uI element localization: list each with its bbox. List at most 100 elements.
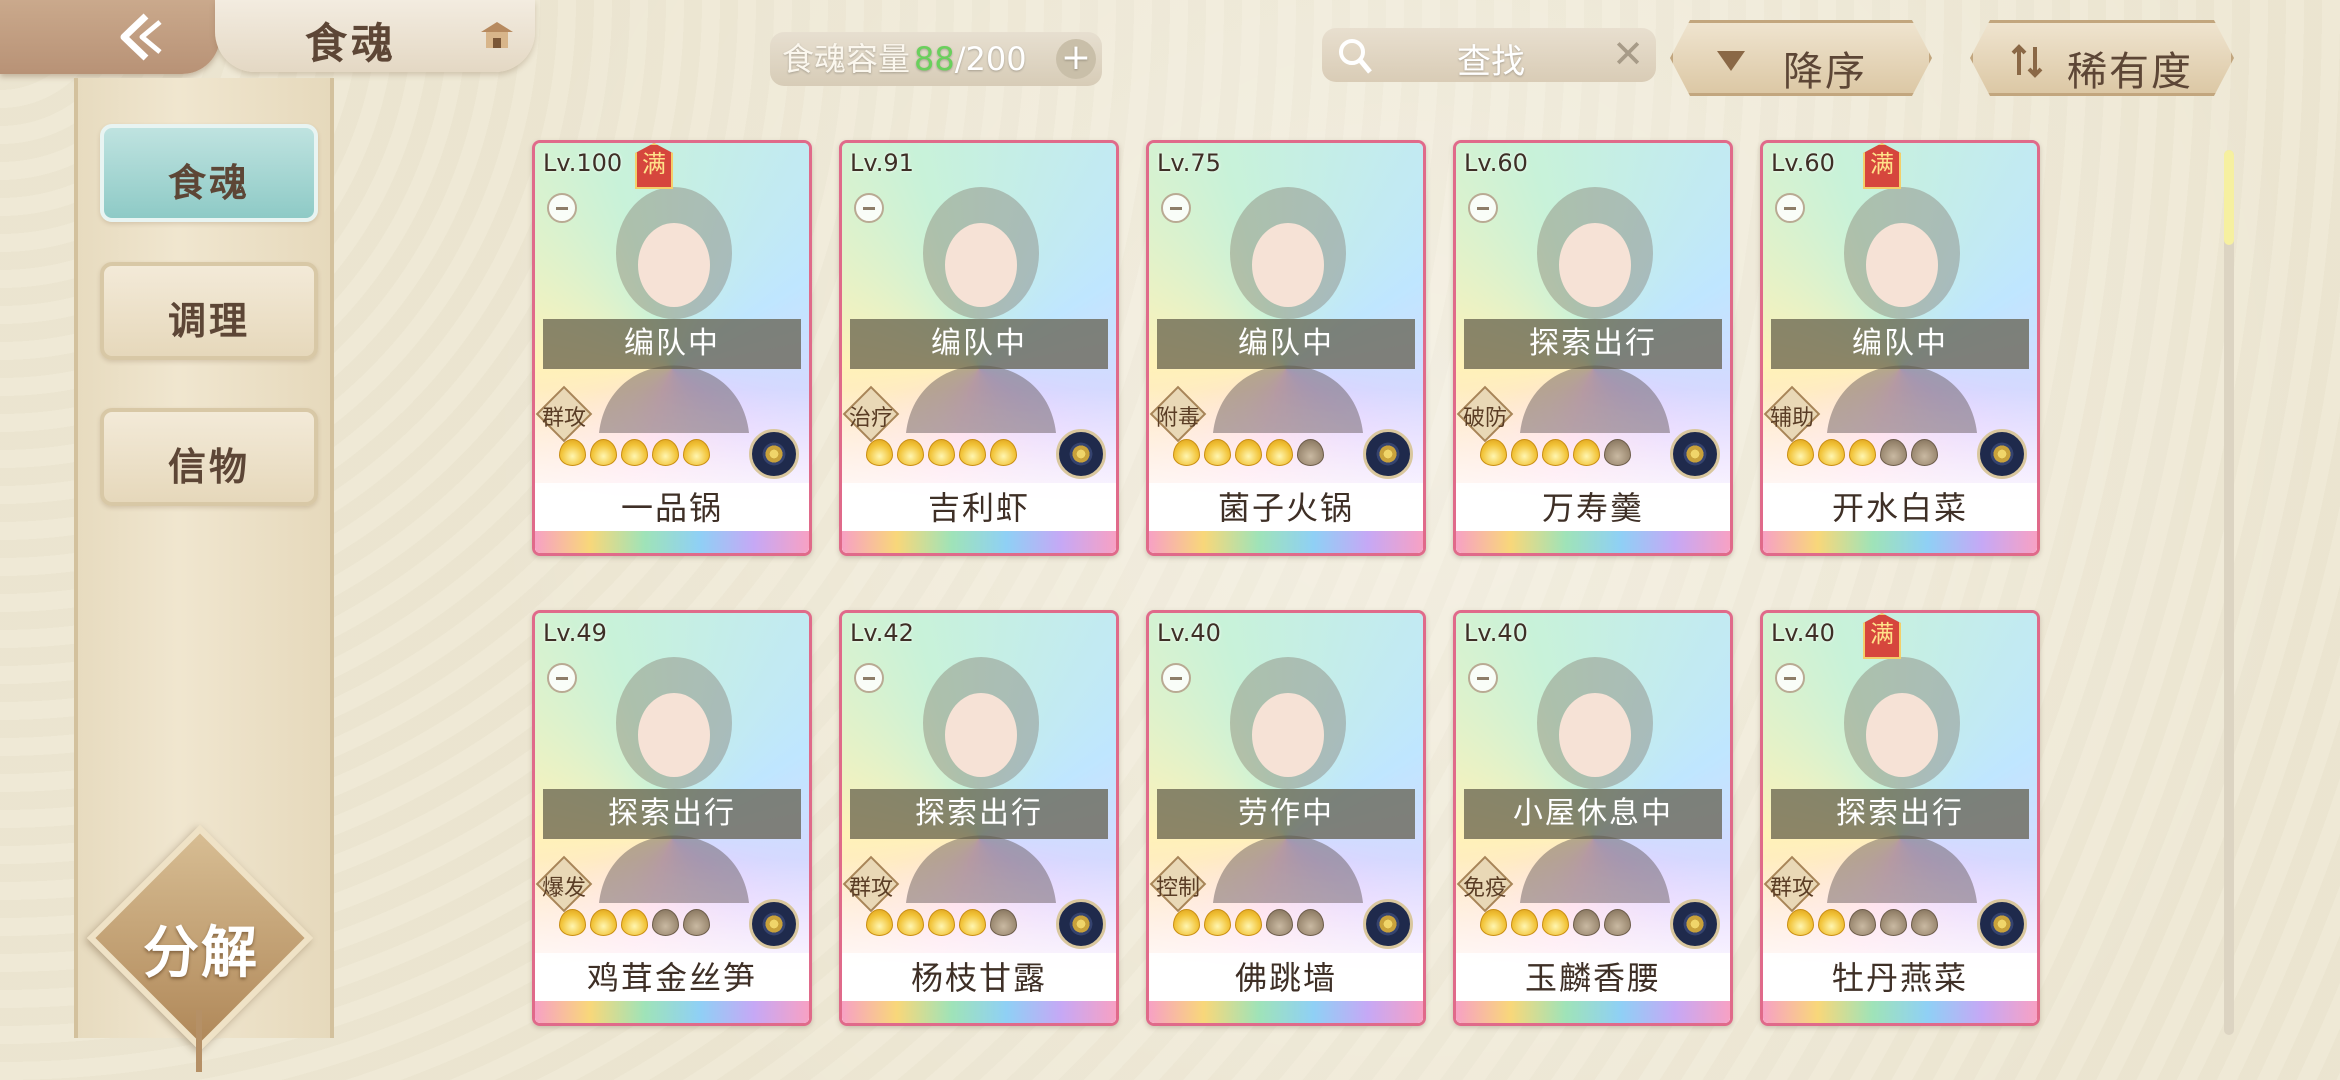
card-rainbow-border	[1763, 1001, 2037, 1023]
scrollbar-thumb[interactable]	[2224, 150, 2234, 245]
level-label: Lv.60	[1464, 149, 1528, 177]
food-soul-card[interactable]: Lv.91 编队中 治疗 吉利虾	[839, 140, 1119, 556]
character-portrait	[1520, 187, 1670, 433]
lock-toggle-icon[interactable]	[1161, 193, 1191, 223]
rarity-flames	[866, 909, 1021, 943]
rarity-flames	[1480, 439, 1635, 473]
level-label: Lv.42	[850, 619, 914, 647]
back-arrow-icon	[120, 13, 162, 61]
rarity-flame-icon	[1880, 439, 1907, 466]
role-badge: 控制	[1149, 855, 1207, 913]
rarity-flame-icon	[1480, 909, 1507, 936]
capacity-current: 88	[914, 40, 955, 78]
rarity-flame-icon	[1818, 439, 1845, 466]
sort-order-button[interactable]: 降序	[1670, 20, 1932, 96]
role-badge: 免疫	[1456, 855, 1514, 913]
card-rainbow-border	[535, 531, 809, 553]
rarity-flame-icon	[959, 909, 986, 936]
level-label: Lv.40	[1771, 619, 1835, 647]
level-label: Lv.75	[1157, 149, 1221, 177]
food-soul-card[interactable]: Lv.60 满编队中 辅助 开水白菜	[1760, 140, 2040, 556]
flower-emblem-icon	[1056, 899, 1106, 949]
status-banner: 编队中	[850, 319, 1108, 369]
lock-toggle-icon[interactable]	[547, 193, 577, 223]
food-soul-card[interactable]: Lv.75 编队中 附毒 菌子火锅	[1146, 140, 1426, 556]
rarity-flame-icon	[1542, 909, 1569, 936]
rarity-flame-icon	[1235, 439, 1262, 466]
lock-toggle-icon[interactable]	[1468, 193, 1498, 223]
card-rainbow-border	[1149, 531, 1423, 553]
rarity-flame-icon	[1235, 909, 1262, 936]
role-badge: 附毒	[1149, 385, 1207, 443]
rarity-flame-icon	[1787, 439, 1814, 466]
flower-emblem-icon	[1670, 429, 1720, 479]
food-soul-card[interactable]: Lv.40 小屋休息中 免疫 玉麟香腰	[1453, 610, 1733, 1026]
rarity-flames	[559, 439, 714, 473]
decompose-label[interactable]: 分解	[120, 908, 282, 989]
rarity-flame-icon	[990, 909, 1017, 936]
lock-toggle-icon[interactable]	[854, 193, 884, 223]
rarity-flames	[1173, 909, 1328, 943]
card-rainbow-border	[842, 531, 1116, 553]
rarity-flame-icon	[1604, 439, 1631, 466]
lock-toggle-icon[interactable]	[547, 663, 577, 693]
search-input[interactable]: 查找 ✕	[1322, 28, 1656, 82]
back-button[interactable]	[0, 0, 220, 74]
food-soul-name: 鸡茸金丝笋	[535, 953, 809, 1003]
flower-emblem-icon	[1056, 429, 1106, 479]
role-badge: 群攻	[842, 855, 900, 913]
scrollbar[interactable]	[2224, 150, 2234, 1035]
rarity-flames	[1173, 439, 1328, 473]
tab-food-souls[interactable]: 食魂	[100, 124, 318, 222]
level-label: Lv.40	[1464, 619, 1528, 647]
food-soul-card[interactable]: Lv.40 劳作中 控制 佛跳墙	[1146, 610, 1426, 1026]
role-badge: 破防	[1456, 385, 1514, 443]
food-soul-name: 菌子火锅	[1149, 483, 1423, 533]
status-banner: 小屋休息中	[1464, 789, 1722, 839]
food-soul-card[interactable]: Lv.42 探索出行 群攻 杨枝甘露	[839, 610, 1119, 1026]
tab-cooking-label: 调理	[167, 299, 250, 343]
rarity-flame-icon	[1911, 439, 1938, 466]
rarity-flame-icon	[1880, 909, 1907, 936]
lock-toggle-icon[interactable]	[1468, 663, 1498, 693]
flower-emblem-icon	[749, 429, 799, 479]
food-soul-card[interactable]: Lv.49 探索出行 爆发 鸡茸金丝笋	[532, 610, 812, 1026]
lock-toggle-icon[interactable]	[1775, 663, 1805, 693]
page-title: 食魂	[305, 19, 398, 68]
flower-emblem-icon	[1977, 899, 2027, 949]
capacity-indicator: 食魂容量 88/200 +	[770, 32, 1102, 86]
pavilion-icon[interactable]	[477, 16, 517, 56]
role-label: 免疫	[1462, 876, 1507, 901]
rarity-flame-icon	[1573, 439, 1600, 466]
rarity-flame-icon	[590, 439, 617, 466]
character-portrait	[599, 187, 749, 433]
food-soul-card[interactable]: Lv.40 满探索出行 群攻 牡丹燕菜	[1760, 610, 2040, 1026]
status-banner: 编队中	[1771, 319, 2029, 369]
rarity-flames	[866, 439, 1021, 473]
tab-tokens[interactable]: 信物	[100, 408, 318, 506]
card-rainbow-border	[1763, 531, 2037, 553]
lock-toggle-icon[interactable]	[1161, 663, 1191, 693]
character-portrait	[906, 187, 1056, 433]
role-badge: 爆发	[535, 855, 593, 913]
tassel-ornament	[196, 1010, 202, 1072]
rarity-flame-icon	[559, 439, 586, 466]
card-rainbow-border	[535, 1001, 809, 1023]
rarity-flames	[1787, 439, 1942, 473]
tab-cooking[interactable]: 调理	[100, 262, 318, 360]
rarity-flame-icon	[897, 439, 924, 466]
rarity-flame-icon	[1204, 439, 1231, 466]
lock-toggle-icon[interactable]	[1775, 193, 1805, 223]
role-label: 破防	[1462, 406, 1507, 431]
flower-emblem-icon	[749, 899, 799, 949]
rarity-flame-icon	[1266, 909, 1293, 936]
capacity-label: 食魂容量	[782, 40, 911, 78]
food-soul-card[interactable]: Lv.60 探索出行 破防 万寿羹	[1453, 140, 1733, 556]
rarity-flames	[1480, 909, 1635, 943]
lock-toggle-icon[interactable]	[854, 663, 884, 693]
food-soul-card[interactable]: Lv.100 满编队中 群攻 一品锅	[532, 140, 812, 556]
add-capacity-button[interactable]: +	[1056, 39, 1096, 79]
rarity-flame-icon	[897, 909, 924, 936]
sort-key-button[interactable]: 稀有度	[1970, 20, 2234, 96]
clear-icon[interactable]: ✕	[1612, 34, 1644, 74]
